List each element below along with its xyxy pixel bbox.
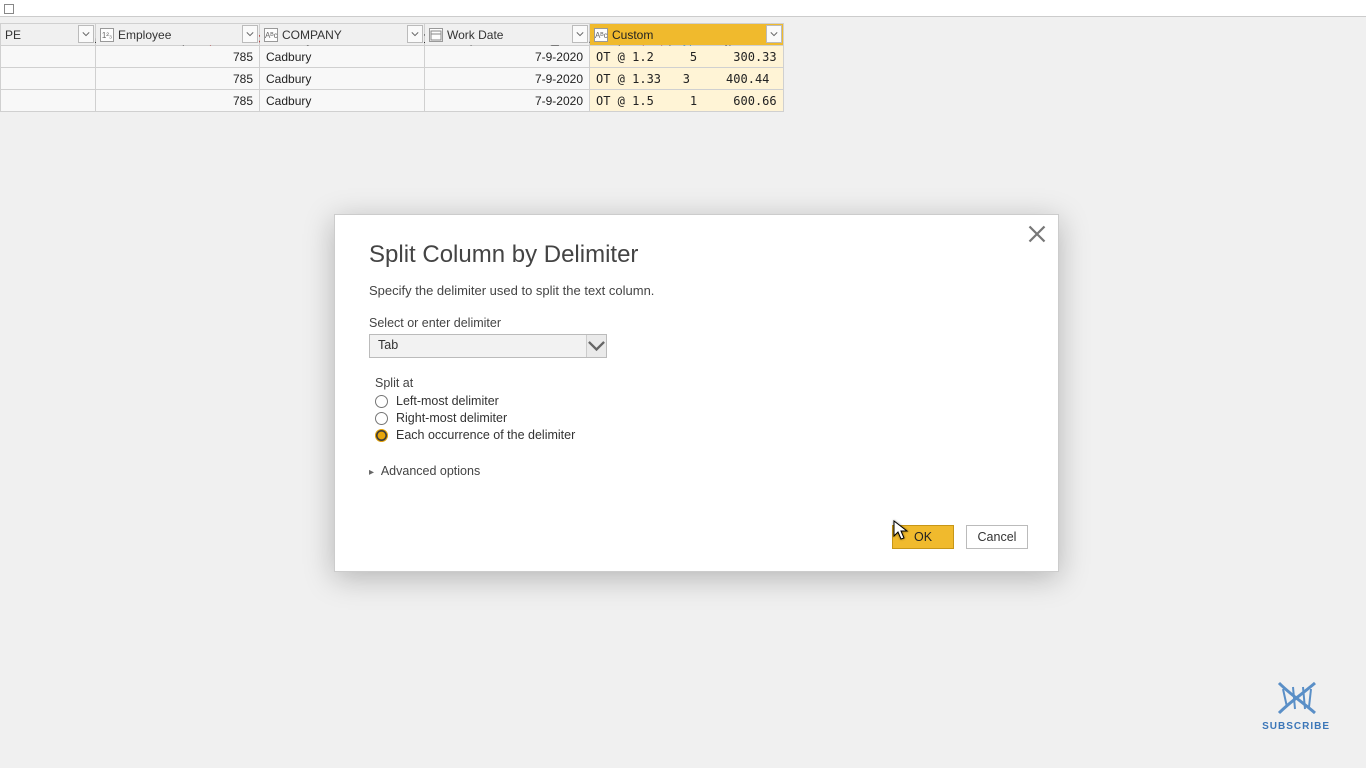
close-icon[interactable]: [1028, 225, 1046, 243]
modal-overlay: Split Column by Delimiter Specify the de…: [0, 0, 1366, 768]
cancel-button[interactable]: Cancel: [966, 525, 1028, 549]
split-radio-1[interactable]: Right-most delimiter: [369, 411, 1024, 425]
radio-label: Each occurrence of the delimiter: [396, 428, 575, 442]
split-column-dialog: Split Column by Delimiter Specify the de…: [334, 214, 1059, 572]
radio-label: Left-most delimiter: [396, 394, 499, 408]
dialog-description: Specify the delimiter used to split the …: [369, 283, 1024, 298]
radio-input[interactable]: [375, 395, 388, 408]
dna-icon: [1273, 679, 1319, 717]
split-at-label: Split at: [375, 376, 1024, 390]
subscribe-label: SUBSCRIBE: [1262, 721, 1330, 732]
delimiter-select[interactable]: Tab: [369, 334, 607, 358]
split-at-group: Split at Left-most delimiter Right-most d…: [369, 376, 1024, 442]
split-radio-2[interactable]: Each occurrence of the delimiter: [369, 428, 1024, 442]
dialog-buttons: OK Cancel: [892, 525, 1028, 549]
dialog-title: Split Column by Delimiter: [369, 241, 1024, 269]
radio-input[interactable]: [375, 412, 388, 425]
radio-input[interactable]: [375, 429, 388, 442]
ok-button[interactable]: OK: [892, 525, 954, 549]
chevron-down-icon: [586, 335, 606, 357]
advanced-options-toggle[interactable]: Advanced options: [369, 464, 1024, 478]
delimiter-value: Tab: [370, 335, 406, 355]
radio-label: Right-most delimiter: [396, 411, 507, 425]
split-radio-0[interactable]: Left-most delimiter: [369, 394, 1024, 408]
subscribe-watermark: SUBSCRIBE: [1262, 679, 1330, 732]
delimiter-label: Select or enter delimiter: [369, 316, 1024, 330]
